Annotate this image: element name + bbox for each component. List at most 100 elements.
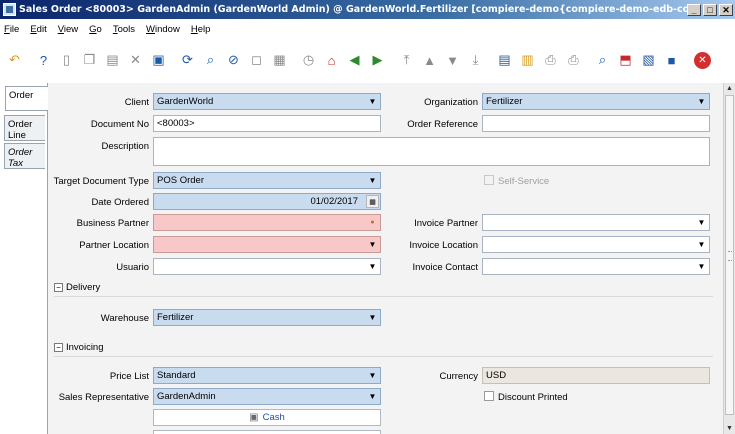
partner-location-field[interactable]: ▼ [153,236,381,253]
find-icon[interactable]: ⌕ [202,52,219,69]
business-partner-field[interactable]: ● [153,214,381,231]
organization-field[interactable]: Fertilizer ▼ [482,93,710,110]
report-icon[interactable]: ▤ [496,52,513,69]
client-label: Client [124,97,149,108]
warehouse-label: Warehouse [100,313,149,324]
currency-field: USD [482,367,710,384]
delivery-section-header[interactable]: − Delivery [54,279,713,297]
chevron-down-icon[interactable]: ▼ [365,310,380,325]
description-field[interactable] [153,137,710,166]
zoom-across-icon[interactable]: ⌕ [594,52,611,69]
workflow-icon[interactable]: ⬒ [617,52,634,69]
cash-button[interactable]: ▣ Cash [153,409,381,426]
discount-printed-checkbox[interactable] [484,391,494,401]
chat-icon[interactable]: ◻ [248,52,265,69]
minimize-button[interactable]: _ [687,3,701,16]
app-icon [3,3,16,16]
delete-selection-icon[interactable]: ✕ [127,52,144,69]
menu-tools[interactable]: Tools [113,24,135,35]
menu-go[interactable]: Go [89,24,102,35]
product-info-icon[interactable]: ▧ [640,52,657,69]
order-reference-field[interactable] [482,115,710,132]
chevron-down-icon[interactable]: ▼ [365,389,380,404]
form-panel: Client GardenWorld ▼ Organization Fertili… [47,83,723,434]
date-ordered-field[interactable]: 01/02/2017 ▦ [153,193,381,210]
chevron-down-icon[interactable]: ▼ [694,237,709,252]
collapse-icon[interactable]: − [54,343,63,352]
sales-rep-field[interactable]: GardenAdmin ▼ [153,388,381,405]
invoice-location-field[interactable]: ▼ [482,236,710,253]
archive-icon[interactable]: ▥ [519,52,536,69]
discount-printed-label: Discount Printed [498,392,568,403]
window-title: Sales Order <80003> GardenAdmin (GardenW… [19,4,687,15]
tab-order[interactable]: Order [5,86,48,111]
target-doc-type-field[interactable]: POS Order ▼ [153,172,381,189]
close-window-button[interactable]: ✕ [719,3,733,16]
invoicing-section-label: Invoicing [66,342,104,353]
client-field[interactable]: GardenWorld ▼ [153,93,381,110]
invoice-contact-field[interactable]: ▼ [482,258,710,275]
date-ordered-label: Date Ordered [91,197,149,208]
scroll-up-icon[interactable]: ▲ [724,83,735,94]
scroll-down-icon[interactable]: ▼ [724,423,735,434]
calendar-icon[interactable]: ▦ [366,195,379,208]
description-label: Description [101,141,149,152]
lock-icon[interactable]: ■ [663,52,680,69]
print-icon[interactable]: ⎙ [565,52,582,69]
save-icon[interactable]: ▣ [150,52,167,69]
chevron-down-icon[interactable]: ▼ [694,215,709,230]
self-service-checkbox [484,175,494,185]
vertical-scrollbar[interactable]: ▲ ▼ [723,83,735,434]
print-preview-icon[interactable]: ⎙ [542,52,559,69]
menu-help[interactable]: Help [191,24,211,35]
menu-view[interactable]: View [58,24,78,35]
delete-icon[interactable]: ▤ [104,52,121,69]
chevron-down-icon[interactable]: ▼ [694,259,709,274]
home-icon[interactable]: ⌂ [323,52,340,69]
refresh-icon[interactable]: ⟳ [179,52,196,69]
previous-record-icon[interactable]: ▲ [421,52,438,69]
back-icon[interactable]: ◀ [346,52,363,69]
window-titlebar: Sales Order <80003> GardenAdmin (GardenW… [0,0,735,19]
partner-location-label: Partner Location [79,240,149,251]
forward-icon[interactable]: ▶ [369,52,386,69]
chevron-down-icon[interactable]: ▼ [365,173,380,188]
last-record-icon[interactable]: ⤓ [467,52,484,69]
chevron-down-icon[interactable]: ▼ [694,94,709,109]
document-no-field[interactable]: <80003> [153,115,381,132]
restore-button[interactable]: □ [703,3,717,16]
history-icon[interactable]: ◷ [300,52,317,69]
collapse-icon[interactable]: − [54,283,63,292]
toolbar: ↶ ? ▯ ❐ ▤ ✕ ▣ ⟳ ⌕ ⊘ ◻ ▦ ◷ ⌂ ◀ ▶ ⤒ ▲ ▼ ⤓ … [0,40,735,80]
usuario-field[interactable]: ▼ [153,258,381,275]
tab-order-tax[interactable]: Order Tax [4,143,45,169]
copy-icon[interactable]: ❐ [81,52,98,69]
invoice-partner-label: Invoice Partner [414,218,478,229]
self-service-label: Self-Service [498,176,550,187]
help-icon[interactable]: ? [35,52,52,69]
next-field-partial [153,430,381,434]
menu-window[interactable]: Window [146,24,180,35]
invoicing-section-header[interactable]: − Invoicing [54,339,713,357]
invoice-location-label: Invoice Location [409,240,478,251]
tab-order-line[interactable]: Order Line [4,115,45,141]
menu-edit[interactable]: Edit [30,24,46,35]
new-icon[interactable]: ▯ [58,52,75,69]
attachment-icon[interactable]: ⊘ [225,52,242,69]
price-list-label: Price List [109,371,149,382]
menu-file[interactable]: File [4,24,19,35]
undo-icon[interactable]: ↶ [6,52,23,69]
next-record-icon[interactable]: ▼ [444,52,461,69]
menu-bar: File Edit View Go Tools Window Help [0,19,735,40]
invoice-partner-field[interactable]: ▼ [482,214,710,231]
cash-button-label: Cash [262,412,285,423]
scrollbar-thumb[interactable] [725,95,734,415]
warehouse-field[interactable]: Fertilizer ▼ [153,309,381,326]
grid-toggle-icon[interactable]: ▦ [271,52,288,69]
usuario-label: Usuario [116,262,149,273]
first-record-icon[interactable]: ⤒ [398,52,415,69]
order-reference-label: Order Reference [407,119,478,130]
document-no-label: Document No [90,119,149,130]
close-window-icon[interactable]: ✕ [694,51,711,69]
price-list-field[interactable]: Standard ▼ [153,367,381,384]
